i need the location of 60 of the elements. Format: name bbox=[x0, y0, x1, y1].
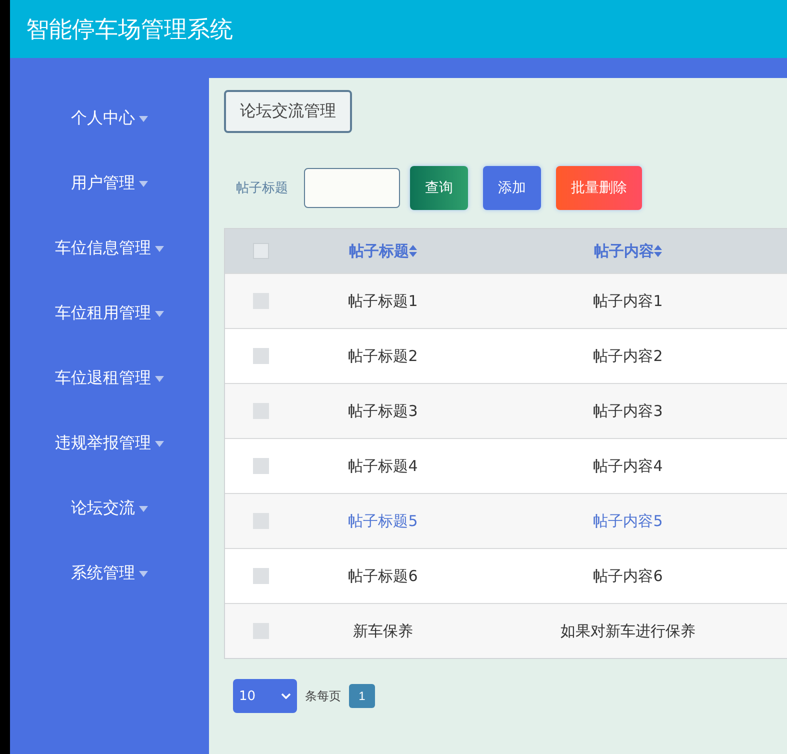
table-row[interactable]: 新车保养 如果对新车进行保养 bbox=[225, 603, 787, 658]
table-cell: 帖子内容3 bbox=[593, 402, 663, 420]
table-cell: 如果对新车进行保养 bbox=[560, 622, 696, 640]
column-header[interactable]: 帖子内容 bbox=[594, 242, 662, 260]
column-header[interactable]: 帖子标题 bbox=[349, 242, 417, 260]
caret-icon bbox=[155, 311, 164, 317]
table-cell: 新车保养 bbox=[353, 622, 413, 640]
page-size-label: 条每页 bbox=[305, 688, 341, 704]
table-row[interactable]: 帖子标题3 帖子内容3 bbox=[225, 383, 787, 438]
sidebar-item[interactable]: 违规举报管理 bbox=[10, 433, 209, 498]
sidebar-item[interactable]: 用户管理 bbox=[10, 173, 209, 238]
caret-icon bbox=[139, 181, 148, 187]
table-row[interactable]: 帖子标题2 帖子内容2 bbox=[225, 328, 787, 383]
table-row[interactable]: 帖子标题1 帖子内容1 bbox=[225, 273, 787, 328]
table-cell: 帖子内容4 bbox=[593, 456, 663, 476]
add-button[interactable]: 添加 bbox=[483, 166, 541, 210]
table-cell: 帖子内容6 bbox=[593, 566, 663, 586]
app-title: 智能停车场管理系统 bbox=[26, 16, 233, 44]
row-checkbox[interactable] bbox=[253, 513, 269, 529]
table-cell: 帖子标题6 bbox=[348, 566, 418, 586]
row-checkbox[interactable] bbox=[253, 348, 269, 364]
search-field[interactable] bbox=[304, 168, 400, 208]
caret-icon bbox=[139, 571, 148, 577]
caret-icon bbox=[155, 441, 164, 447]
sidebar-item[interactable]: 车位退租管理 bbox=[10, 368, 209, 433]
page-size-select[interactable]: 10 bbox=[233, 679, 297, 713]
sidebar-item[interactable]: 车位租用管理 bbox=[10, 303, 209, 368]
sidebar-item[interactable]: 系统管理 bbox=[10, 563, 209, 628]
row-checkbox[interactable] bbox=[253, 568, 269, 584]
sidebar-item[interactable]: 车位信息管理 bbox=[10, 238, 209, 303]
table-cell: 帖子标题1 bbox=[348, 292, 418, 310]
sidebar-item[interactable]: 论坛交流 bbox=[10, 498, 209, 563]
row-checkbox[interactable] bbox=[253, 403, 269, 419]
table-row[interactable]: 帖子标题6 帖子内容6 bbox=[225, 548, 787, 603]
page-title: 论坛交流管理 bbox=[224, 90, 352, 133]
page-button[interactable]: 1 bbox=[349, 684, 375, 708]
table-cell: 帖子标题3 bbox=[348, 402, 418, 420]
row-checkbox[interactable] bbox=[253, 293, 269, 309]
row-checkbox[interactable] bbox=[253, 458, 269, 474]
sidebar-item[interactable]: 个人中心 bbox=[10, 108, 209, 173]
table-cell: 帖子标题2 bbox=[348, 346, 418, 366]
table-cell: 帖子标题5 bbox=[348, 512, 418, 530]
query-button[interactable]: 查询 bbox=[410, 166, 468, 210]
table-cell: 帖子内容2 bbox=[593, 346, 663, 366]
row-checkbox[interactable] bbox=[253, 623, 269, 639]
chevron-icon bbox=[281, 693, 291, 699]
select-all-checkbox[interactable] bbox=[253, 243, 269, 259]
caret-icon bbox=[155, 376, 164, 382]
caret-icon bbox=[139, 116, 148, 122]
delete-button[interactable]: 批量删除 bbox=[556, 166, 642, 210]
table-row[interactable]: 帖子标题5 帖子内容5 bbox=[225, 493, 787, 548]
sort-icon[interactable] bbox=[409, 245, 417, 257]
table-cell: 帖子内容5 bbox=[593, 512, 663, 530]
table-cell: 帖子标题4 bbox=[348, 456, 418, 476]
sort-icon[interactable] bbox=[654, 245, 662, 257]
caret-icon bbox=[155, 246, 164, 252]
caret-icon bbox=[139, 506, 148, 512]
table-cell: 帖子内容1 bbox=[593, 292, 663, 310]
table-row[interactable]: 帖子标题4 帖子内容4 bbox=[225, 438, 787, 493]
search-label: 帖子标题 bbox=[236, 180, 288, 197]
